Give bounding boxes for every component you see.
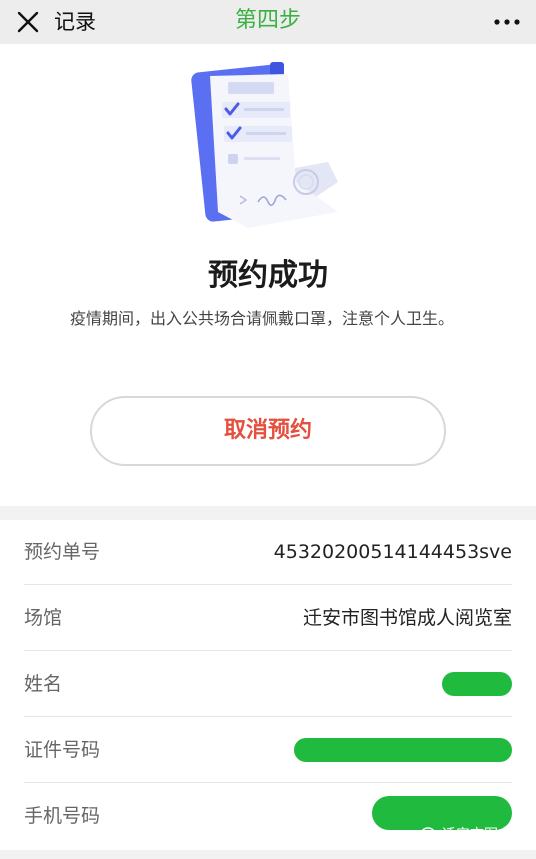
redaction-mark — [294, 738, 512, 762]
result-card: 预约成功 疫情期间，出入公共场合请佩戴口罩，注意个人卫生。 取消预约 — [0, 44, 536, 506]
detail-value: 迁安市图书馆成人阅览室 — [302, 607, 512, 629]
more-icon — [494, 19, 520, 25]
more-button[interactable] — [492, 8, 522, 36]
detail-row-venue: 场馆 迁安市图书馆成人阅览室 — [24, 586, 512, 651]
detail-row-id: 证件号码 — [24, 718, 512, 783]
top-bar: 记录 第四步 — [0, 0, 536, 44]
notice-text: 疫情期间，出入公共场合请佩戴口罩，注意个人卫生。 — [70, 309, 455, 328]
clipboard-icon — [191, 62, 338, 228]
detail-label: 证件号码 — [24, 739, 101, 761]
detail-label: 场馆 — [24, 607, 63, 629]
watermark-text: 迁安市图书馆 — [442, 827, 526, 843]
cancel-reservation-button[interactable]: 取消预约 — [90, 396, 446, 466]
detail-label: 手机号码 — [24, 805, 101, 827]
detail-row-order: 预约单号 45320200514144453sve — [24, 520, 512, 585]
step-indicator: 第四步 — [234, 8, 301, 33]
detail-label: 姓名 — [24, 673, 63, 695]
redaction-mark — [442, 672, 512, 696]
success-title: 预约成功 — [208, 258, 328, 293]
wechat-icon — [420, 827, 440, 843]
detail-value: 45320200514144453sve — [273, 541, 512, 563]
reservation-details: 预约单号 45320200514144453sve 场馆 迁安市图书馆成人阅览室… — [0, 520, 536, 850]
detail-row-name: 姓名 — [24, 652, 512, 717]
detail-label: 预约单号 — [24, 541, 101, 563]
clipboard-illustration — [188, 62, 348, 230]
